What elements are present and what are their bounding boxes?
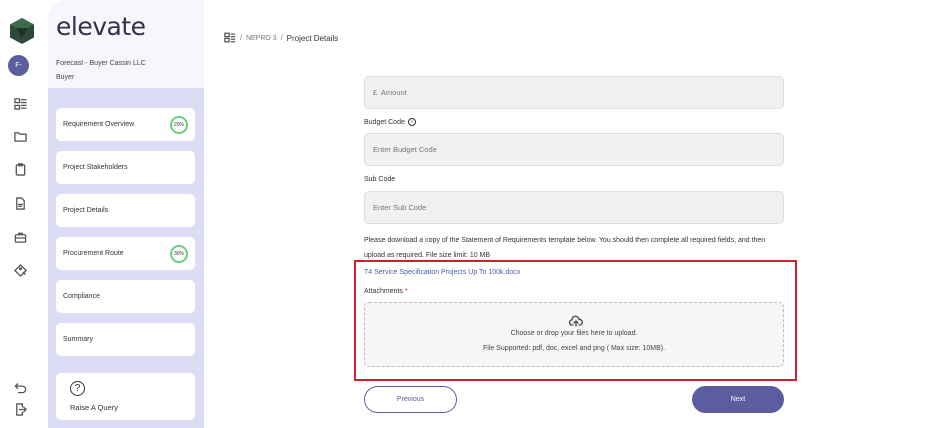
attachments-label: Attachments * (364, 288, 408, 295)
sidebar-item-label: Project Stakeholders (63, 164, 128, 171)
raise-query-label: Raise A Query (70, 403, 118, 412)
dropzone-text: Choose or drop your files here to upload… (510, 330, 638, 337)
sidebar-item-label: Requirement Overview (63, 121, 135, 128)
file-dropzone[interactable]: Choose or drop your files here to upload… (364, 302, 784, 367)
briefcase-icon[interactable] (13, 230, 27, 244)
organisation-name: Forecast - Buyer Cassin LLC (56, 60, 146, 67)
document-icon[interactable] (13, 196, 27, 210)
info-icon[interactable]: i (407, 118, 416, 126)
question-icon: ? (70, 381, 85, 396)
sidebar-header: elevate Forecast - Buyer Cassin LLC Buye… (48, 0, 204, 88)
icon-rail: F- (0, 0, 44, 428)
sidebar: elevate Forecast - Buyer Cassin LLC Buye… (48, 0, 204, 428)
avatar-initials: F- (15, 62, 22, 69)
required-mark: * (404, 288, 408, 295)
breadcrumb: / NEPRO 3 / Project Details (224, 32, 338, 45)
tag-icon[interactable] (13, 263, 27, 277)
dropzone-subtext: File Supported: pdf, doc, excel and png … (482, 345, 666, 352)
next-button[interactable]: Next (692, 386, 784, 413)
logout-icon[interactable] (13, 402, 27, 416)
cloud-upload-icon (568, 314, 583, 327)
user-role: Buyer (56, 74, 75, 81)
budget-code-label: Budget Code i (364, 118, 416, 126)
amount-field[interactable] (364, 76, 784, 109)
undo-icon[interactable] (13, 380, 27, 394)
sub-code-input[interactable] (373, 203, 783, 212)
clipboard-icon[interactable] (13, 162, 27, 176)
elevate-logo-icon[interactable] (10, 18, 34, 44)
sidebar-item-label: Procurement Route (63, 250, 124, 257)
sidebar-item-label: Compliance (63, 293, 100, 300)
sidebar-item-label: Project Details (63, 207, 109, 214)
budget-code-input[interactable] (373, 145, 783, 154)
hierarchy-icon[interactable] (13, 96, 27, 110)
sub-code-label: Sub Code (364, 176, 396, 183)
folder-icon[interactable] (13, 129, 27, 143)
sidebar-item-procurement-route[interactable]: Procurement Route 30% (56, 237, 195, 270)
raise-query-card[interactable]: ? Raise A Query (56, 373, 195, 420)
progress-ring: 20% (170, 115, 188, 134)
hierarchy-icon[interactable] (224, 32, 236, 45)
progress-ring: 30% (170, 244, 188, 263)
budget-code-field[interactable] (364, 133, 784, 166)
template-file-link[interactable]: T4 Service Specification Projects Up To … (364, 269, 520, 276)
breadcrumb-current: Project Details (286, 34, 339, 43)
breadcrumb-separator: / (280, 35, 283, 42)
avatar[interactable]: F- (8, 55, 29, 76)
sidebar-item-project-details[interactable]: Project Details (56, 194, 195, 227)
brand-name: elevate (56, 12, 146, 41)
previous-button[interactable]: Previous (364, 386, 457, 413)
breadcrumb-project[interactable]: NEPRO 3 (246, 35, 277, 42)
sidebar-item-summary[interactable]: Summary (56, 323, 195, 356)
breadcrumb-separator: / (240, 35, 242, 42)
sidebar-item-compliance[interactable]: Compliance (56, 280, 195, 313)
sidebar-item-requirement-overview[interactable]: Requirement Overview 20% (56, 108, 195, 141)
sidebar-item-project-stakeholders[interactable]: Project Stakeholders (56, 151, 195, 184)
template-instructions: Please download a copy of the Statement … (364, 237, 766, 259)
sidebar-item-label: Summary (63, 336, 93, 343)
sub-code-field[interactable] (364, 191, 784, 224)
amount-input[interactable] (373, 88, 783, 97)
